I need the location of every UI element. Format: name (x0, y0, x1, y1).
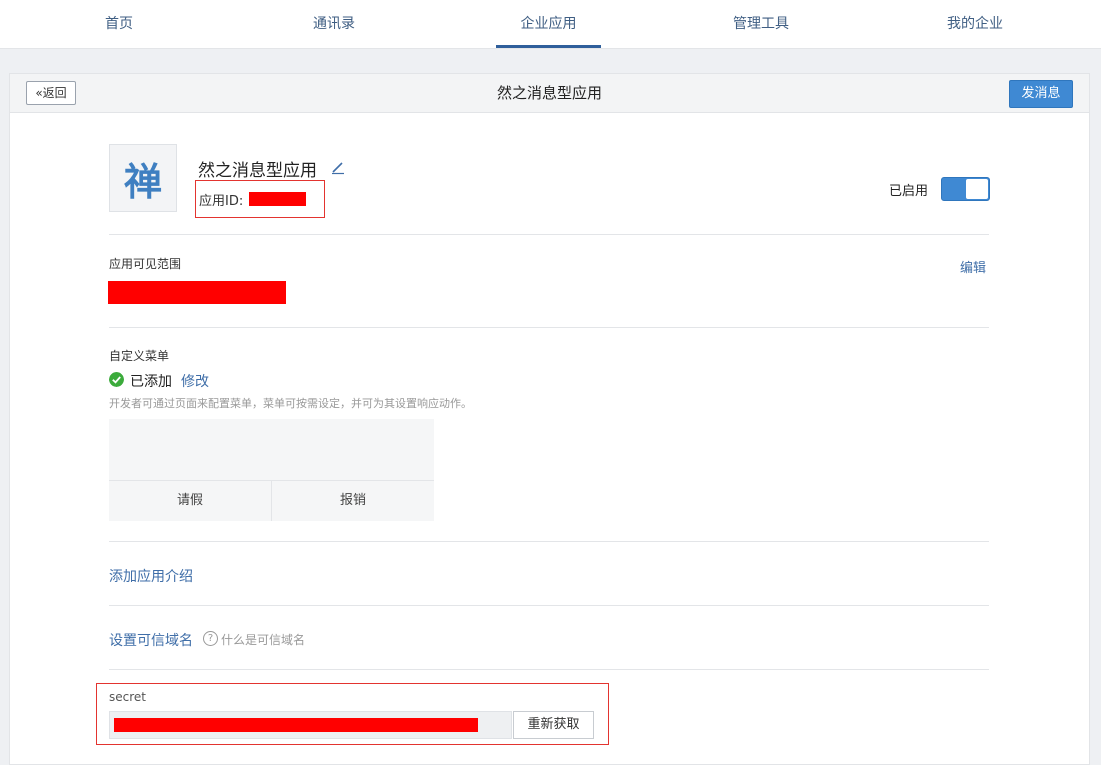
app-id-redaction (249, 192, 306, 206)
nav-item-enterprise-apps[interactable]: 企业应用 (496, 0, 601, 48)
nav-item-label: 企业应用 (520, 16, 577, 32)
add-intro-link[interactable]: 添加应用介绍 (109, 566, 193, 586)
app-detail-panel: «返回 然之消息型应用 发消息 禅 然之消息型应用 应用ID: 已启用 应用可见… (9, 73, 1090, 765)
trusted-domain-help-text[interactable]: 什么是可信域名 (221, 631, 305, 648)
page-title: 然之消息型应用 (496, 84, 602, 102)
menu-hint-text: 开发者可通过页面来配置菜单，菜单可按需设定，并可为其设置响应动作。 (109, 397, 472, 410)
divider (109, 541, 989, 542)
enabled-status-label: 已启用 (889, 184, 929, 199)
top-nav: 首页 通讯录 企业应用 管理工具 我的企业 (0, 0, 1101, 49)
regenerate-secret-button[interactable]: 重新获取 (513, 711, 594, 739)
active-tab-indicator (496, 45, 601, 48)
custom-menu-label: 自定义菜单 (109, 349, 170, 363)
menu-status-text: 已添加 (130, 374, 172, 390)
trusted-domain-link[interactable]: 设置可信域名 (109, 630, 193, 650)
menu-bar: 请假 报销 (109, 480, 434, 521)
menu-item-reimburse[interactable]: 报销 (271, 481, 434, 521)
nav-item-my-enterprise[interactable]: 我的企业 (923, 0, 1027, 48)
menu-preview: 请假 报销 (109, 419, 434, 521)
secret-highlight: secret 重新获取 (96, 683, 609, 745)
enable-toggle[interactable] (941, 177, 990, 201)
secret-label: secret (109, 690, 146, 704)
nav-item-admin-tools[interactable]: 管理工具 (709, 0, 813, 48)
nav-item-home[interactable]: 首页 (67, 0, 171, 48)
question-circle-icon[interactable]: ? (203, 631, 218, 646)
visibility-redaction (108, 281, 286, 304)
visibility-edit-link[interactable]: 编辑 (960, 257, 986, 276)
app-logo: 禅 (109, 144, 177, 212)
toggle-knob (966, 179, 988, 199)
app-id-highlight: 应用ID: (195, 180, 325, 218)
visibility-label: 应用可见范围 (109, 257, 182, 271)
send-message-button[interactable]: 发消息 (1009, 80, 1073, 108)
nav-item-contacts[interactable]: 通讯录 (282, 0, 386, 48)
divider (109, 605, 989, 606)
menu-modify-link[interactable]: 修改 (181, 371, 209, 391)
divider (109, 669, 989, 670)
menu-item-leave[interactable]: 请假 (109, 481, 271, 521)
secret-redaction (114, 718, 478, 732)
check-circle-icon (109, 372, 124, 387)
panel-header: «返回 然之消息型应用 发消息 (10, 74, 1089, 113)
divider (109, 234, 989, 235)
app-id-label: 应用ID: (199, 194, 244, 209)
pencil-edit-icon[interactable] (330, 159, 346, 175)
secret-field[interactable] (109, 711, 512, 739)
app-name: 然之消息型应用 (198, 161, 317, 181)
divider (109, 327, 989, 328)
